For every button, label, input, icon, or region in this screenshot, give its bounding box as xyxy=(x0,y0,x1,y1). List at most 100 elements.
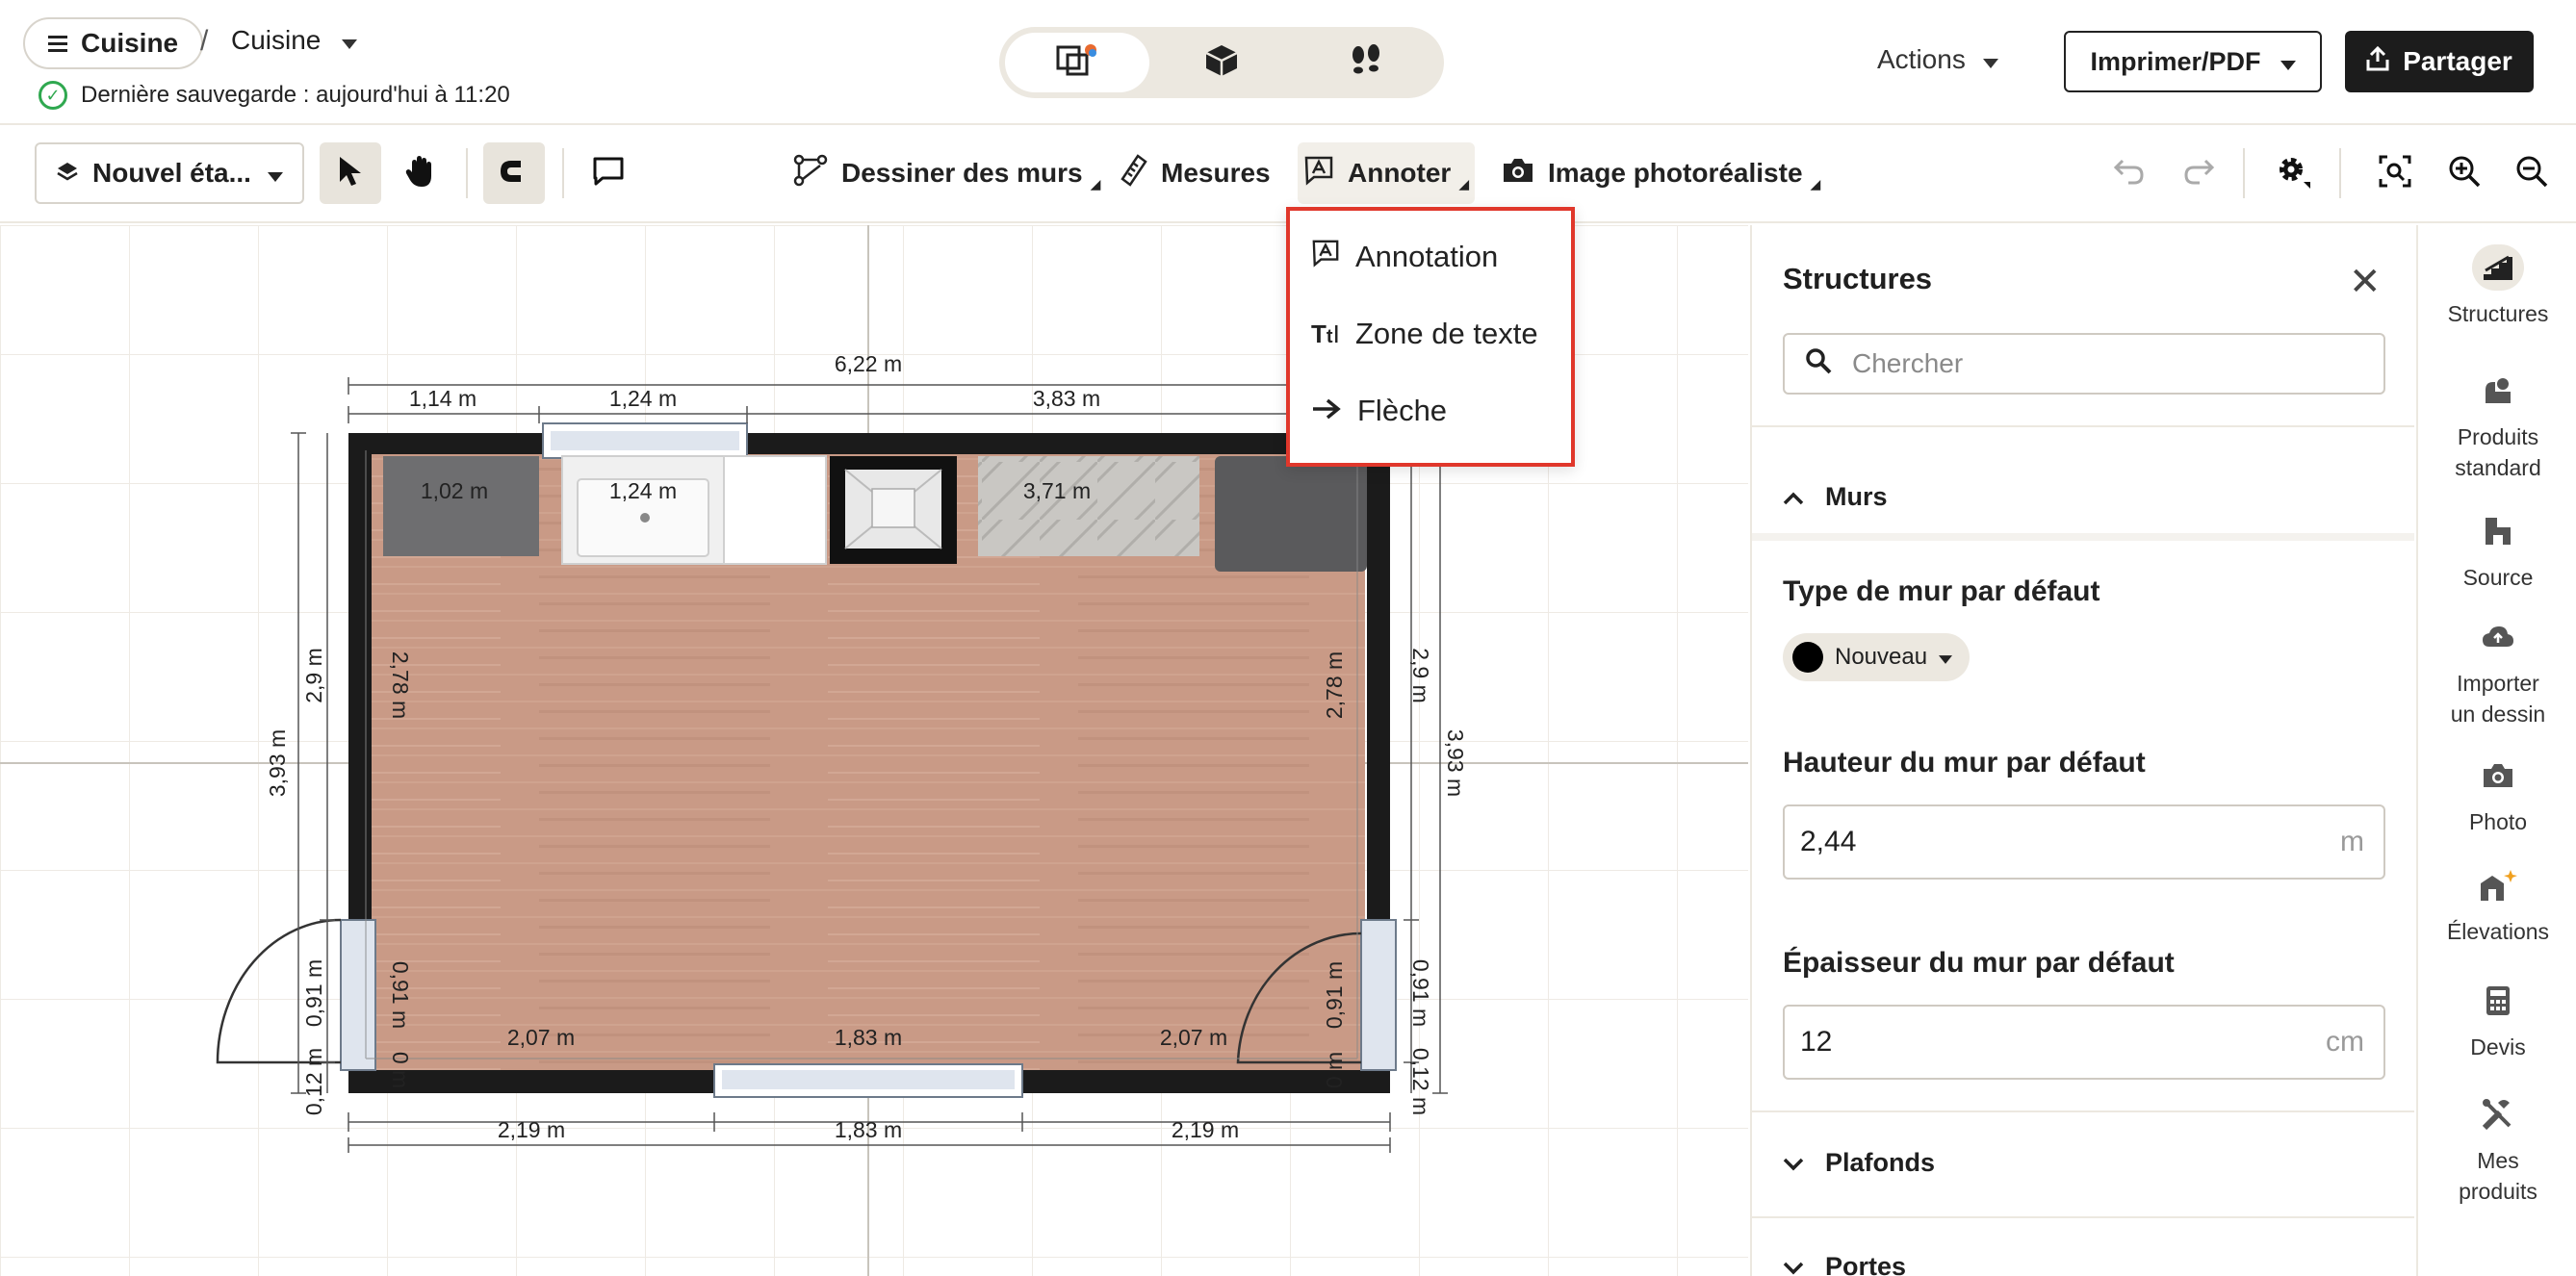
cube-3d-icon xyxy=(1202,41,1241,85)
chevron-down-icon xyxy=(1783,1148,1804,1178)
menu-item-text-box[interactable]: TtI Zone de texte xyxy=(1290,295,1571,372)
top-bar: Cuisine / Cuisine ✓ Dernière sauvegarde … xyxy=(0,0,2576,125)
annotate-button[interactable]: Annoter ◢ xyxy=(1298,142,1476,204)
camera-icon xyxy=(1502,157,1534,191)
actions-menu[interactable]: Actions xyxy=(1877,44,1998,75)
dim-left-door: 0,91 m xyxy=(301,959,326,1027)
undo-icon xyxy=(2113,158,2146,190)
products-icon xyxy=(2475,368,2521,414)
rail-item-structures[interactable]: Structures xyxy=(2418,244,2576,329)
level-select[interactable]: Nouvel éta... xyxy=(35,142,304,204)
floorplan-2d-icon xyxy=(1054,41,1100,85)
rail-label: Mes xyxy=(2477,1148,2519,1173)
rail-item-import-drawing[interactable]: Importer un dessin xyxy=(2418,614,2576,729)
toolbar-divider xyxy=(2339,148,2341,198)
section-doors-label: Portes xyxy=(1825,1251,1907,1276)
measures-button[interactable]: Mesures xyxy=(1115,142,1276,204)
rail-item-photo[interactable]: Photo xyxy=(2418,753,2576,837)
dim-left-inner: 2,78 m xyxy=(388,651,413,719)
search-input[interactable]: Chercher xyxy=(1783,333,2385,395)
snap-magnet-button[interactable] xyxy=(483,142,545,204)
rail-item-standard-products[interactable]: Produits standard xyxy=(2418,368,2576,483)
settings-button[interactable] xyxy=(2262,142,2324,204)
gear-icon xyxy=(2274,152,2312,195)
zoom-out-icon xyxy=(2515,155,2548,192)
zoom-out-button[interactable] xyxy=(2501,142,2563,204)
rail-label: produits xyxy=(2459,1179,2537,1205)
ruler-icon xyxy=(1121,153,1147,193)
project-name-dropdown[interactable]: Cuisine xyxy=(231,25,358,56)
window-glass xyxy=(551,431,739,450)
calculator-icon xyxy=(2475,978,2521,1024)
print-pdf-label: Imprimer/PDF xyxy=(2090,46,2261,76)
draw-walls-icon xyxy=(793,154,828,193)
dim-bottom-inner-b: 1,83 m xyxy=(835,1025,902,1050)
view-3d-button[interactable] xyxy=(1149,33,1294,92)
section-ceilings-header[interactable]: Plafonds xyxy=(1783,1143,1935,1182)
zoom-fit-button[interactable] xyxy=(2364,142,2426,204)
photoreal-image-button[interactable]: Image photoréaliste ◢ xyxy=(1496,142,1826,204)
undo-button[interactable] xyxy=(2099,142,2160,204)
elevation-icon xyxy=(2475,862,2521,908)
photoreal-label: Image photoréaliste xyxy=(1548,158,1803,188)
comment-bubble-icon xyxy=(592,156,625,191)
corner-triangle-icon: ◢ xyxy=(1810,175,1821,191)
share-upload-icon xyxy=(2366,45,2389,78)
dim-total-top: 6,22 m xyxy=(835,351,902,376)
dim-top-c: 3,83 m xyxy=(1033,386,1100,411)
select-tool-button[interactable] xyxy=(320,142,381,204)
zoom-in-button[interactable] xyxy=(2434,142,2495,204)
rail-label: Produits xyxy=(2457,424,2539,449)
dim-left-mid: 2,9 m xyxy=(301,648,326,703)
footsteps-icon xyxy=(1347,41,1385,85)
dim-left-door-inner: 0,91 m xyxy=(388,961,413,1029)
view-walkthrough-button[interactable] xyxy=(1294,33,1438,92)
menu-item-text-box-label: Zone de texte xyxy=(1355,317,1538,350)
rail-item-source[interactable]: Source xyxy=(2418,508,2576,593)
section-walls-header[interactable]: Murs xyxy=(1783,477,1888,516)
rail-item-quote[interactable]: Devis xyxy=(2418,978,2576,1062)
hand-icon xyxy=(404,155,435,192)
close-icon[interactable]: ✕ xyxy=(2349,260,2382,304)
share-button[interactable]: Partager xyxy=(2345,31,2534,92)
rail-item-my-products[interactable]: Mes produits xyxy=(2418,1091,2576,1207)
print-pdf-button[interactable]: Imprimer/PDF xyxy=(2064,31,2322,92)
corner-triangle-icon: ◢ xyxy=(1458,175,1470,191)
toolbar-divider xyxy=(466,148,468,198)
sink-drain-icon xyxy=(640,513,650,523)
wall-height-field[interactable]: 2,44 m xyxy=(1783,804,2385,880)
menu-item-annotation[interactable]: Annotation xyxy=(1290,218,1571,295)
menu-item-arrow[interactable]: Flèche xyxy=(1290,372,1571,449)
dim-left-zero: 0 m xyxy=(388,1052,413,1088)
rail-item-elevations[interactable]: Élevations xyxy=(2418,862,2576,947)
cabinet-left[interactable] xyxy=(383,456,539,556)
menu-item-annotation-label: Annotation xyxy=(1355,240,1499,273)
arrow-right-icon xyxy=(1311,394,1342,428)
dishwasher[interactable] xyxy=(723,455,827,565)
section-doors-header[interactable]: Portes xyxy=(1783,1247,1906,1276)
redo-button[interactable] xyxy=(2168,142,2229,204)
wall-thickness-field[interactable]: 12 cm xyxy=(1783,1005,2385,1080)
panel-title: Structures xyxy=(1783,262,1933,295)
view-2d-button[interactable] xyxy=(1005,33,1149,92)
chevron-down-icon xyxy=(1783,1252,1804,1276)
door-left[interactable] xyxy=(340,919,376,1071)
counter-marble[interactable] xyxy=(978,456,1199,556)
rail-label: standard xyxy=(2455,455,2541,481)
project-menu-button[interactable]: Cuisine xyxy=(23,17,204,69)
draw-walls-button[interactable]: Dessiner des murs ◢ xyxy=(787,142,1106,204)
wall-height-unit: m xyxy=(2340,826,2364,857)
annotation-icon xyxy=(1303,155,1334,192)
dim-bottom-c: 2,19 m xyxy=(1172,1117,1239,1142)
refrigerator[interactable] xyxy=(1215,456,1367,572)
door-right[interactable] xyxy=(1360,919,1397,1071)
zoom-in-icon xyxy=(2448,155,2481,192)
section-walls-label: Murs xyxy=(1825,481,1888,511)
pan-tool-button[interactable] xyxy=(389,142,451,204)
dim-inner-a: 1,02 m xyxy=(421,478,488,503)
wall-type-select[interactable]: Nouveau xyxy=(1783,633,1971,681)
rail-label: Structures xyxy=(2447,301,2549,326)
view-mode-toggle xyxy=(999,27,1444,98)
comment-button[interactable] xyxy=(578,142,639,204)
section-ceilings-label: Plafonds xyxy=(1825,1147,1936,1177)
